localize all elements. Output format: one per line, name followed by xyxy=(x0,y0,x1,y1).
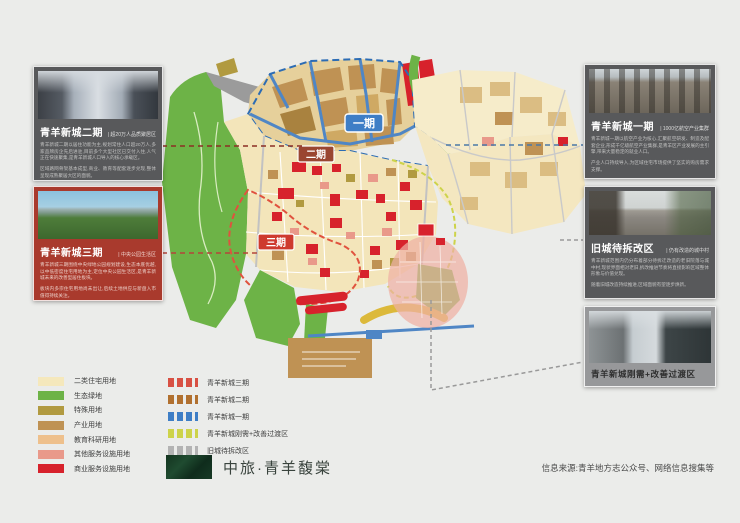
card-title: 青羊新城三期 xyxy=(40,244,103,259)
legend-label: 其他服务设施用地 xyxy=(74,449,130,459)
oldtown-photo xyxy=(589,191,711,235)
poster-canvas: 一期 二期 三期 青羊新城二期 | 超20万人品质聚居区 青羊新城二期以居住功能… xyxy=(0,0,740,523)
legend-swatch xyxy=(168,378,198,387)
card-subtitle: | 超20万人品质聚居区 xyxy=(108,131,156,138)
legend-land-use: 二类住宅用地 生态绿地 特殊用地 产业用地 教育科研用地 其他服务设施用地 商业… xyxy=(38,374,130,476)
transition-photo xyxy=(589,311,711,363)
legend-item: 青羊新城三期 xyxy=(168,374,288,391)
legend-swatch xyxy=(38,435,64,444)
south-campus-parcel xyxy=(288,338,372,378)
project-marker xyxy=(418,224,434,236)
legend-label: 青羊新城刚需+改善过渡区 xyxy=(207,429,288,439)
legend-item: 青羊新城刚需+改善过渡区 xyxy=(168,425,288,442)
phase1-label: 一期 xyxy=(345,114,383,132)
planning-map: 一期 二期 三期 xyxy=(160,42,590,382)
legend-item: 其他服务设施用地 xyxy=(38,447,130,462)
legend-swatch xyxy=(168,429,198,438)
legend-label: 商业服务设施用地 xyxy=(74,464,130,474)
phase2-photo xyxy=(38,71,158,119)
card-title: 青羊新城刚需+改善过渡区 xyxy=(591,368,695,380)
legend-item: 特殊用地 xyxy=(38,403,130,418)
south-blue-road xyxy=(308,326,474,336)
legend-item: 产业用地 xyxy=(38,418,130,433)
legend-swatch xyxy=(38,406,64,415)
legend-label: 特殊用地 xyxy=(74,405,102,415)
legend-swatch xyxy=(38,464,64,473)
legend-label: 青羊新城二期 xyxy=(207,395,249,405)
card-title: 青羊新城一期 xyxy=(591,118,654,133)
legend-swatch xyxy=(38,391,64,400)
olive-parcel-nw xyxy=(216,58,238,77)
card-paragraph: 青羊新城三期围绕中央绿地公园规划建设,生态本底优越,以中低密度住宅用地为主,定位… xyxy=(40,262,156,282)
phase3-label: 三期 xyxy=(258,234,294,250)
legend-swatch xyxy=(168,395,198,404)
svg-text:二期: 二期 xyxy=(306,148,326,161)
legend-item: 二类住宅用地 xyxy=(38,374,130,389)
card-paragraph: 青羊新城范围内仍分布着部分待拆迁改造的老旧院落与城中村,现状界面相对老旧,拆改推… xyxy=(591,258,709,278)
source-note: 信息来源:青羊地方志公众号、网络信息搜集等 xyxy=(542,462,714,474)
legend-label: 生态绿地 xyxy=(74,391,102,401)
legend-swatch xyxy=(168,446,198,455)
card-subtitle: | 仍有改造的城中村 xyxy=(666,247,709,254)
card-paragraph: 随着旧城改造持续推进,区域面貌有望逐步焕新。 xyxy=(591,282,709,289)
legend-label: 青羊新城一期 xyxy=(207,412,249,422)
legend-swatch xyxy=(38,377,64,386)
card-paragraph: 产业人口持续导入,为区域住宅市场提供了坚实的购房需求支撑。 xyxy=(591,160,709,173)
legend-label: 产业用地 xyxy=(74,420,102,430)
svg-text:三期: 三期 xyxy=(266,236,286,249)
card-paragraph: 青羊新城二期以居住功能为主,规划常住人口超20万人,多家品牌房企先后进驻,目前多… xyxy=(40,142,156,162)
logo-thumbnail-image xyxy=(166,455,212,479)
legend-swatch xyxy=(38,450,64,459)
card-paragraph: 青羊新城一期以航空产业为核心,汇聚航空研发、制造及配套企业,形成千亿级航空产业集… xyxy=(591,136,709,156)
legend-label: 二类住宅用地 xyxy=(74,376,116,386)
phase1-photo xyxy=(589,69,711,113)
card-title: 旧城待拆改区 xyxy=(591,240,654,255)
card-phase2: 青羊新城二期 | 超20万人品质聚居区 青羊新城二期以居住功能为主,规划常住人口… xyxy=(33,66,163,181)
legend-item: 教育科研用地 xyxy=(38,432,130,447)
card-paragraph: 区域路网骨架基本成型,商业、教育等配套逐步兑现,整体呈现成熟聚居大区的面貌。 xyxy=(40,166,156,179)
legend-item: 青羊新城二期 xyxy=(168,391,288,408)
card-paragraph: 板块内多宗住宅用地尚未出让,后续土地供应与新盘入市值得持续关注。 xyxy=(40,286,156,299)
legend-label: 青羊新城三期 xyxy=(207,378,249,388)
card-subtitle: | 1000亿航空产业集群 xyxy=(660,125,709,132)
eco-green-west xyxy=(162,72,248,328)
card-phase1: 青羊新城一期 | 1000亿航空产业集群 青羊新城一期以航空产业为核心,汇聚航空… xyxy=(584,64,716,179)
card-title: 青羊新城二期 xyxy=(40,124,103,139)
logo-text: 中旅·青羊馥棠 xyxy=(223,457,332,478)
phase2-label: 二期 xyxy=(298,146,334,162)
legend-label: 教育科研用地 xyxy=(74,435,116,445)
legend-zones: 青羊新城三期 青羊新城二期 青羊新城一期 青羊新城刚需+改善过渡区 旧城待拆改区 xyxy=(168,374,288,459)
legend-item: 生态绿地 xyxy=(38,389,130,404)
svg-text:一期: 一期 xyxy=(353,116,375,130)
east-districts xyxy=(412,70,586,234)
legend-label: 旧城待拆改区 xyxy=(207,446,249,456)
phase3-photo xyxy=(38,191,158,239)
card-transition: 青羊新城刚需+改善过渡区 xyxy=(584,306,716,387)
legend-swatch xyxy=(38,421,64,430)
legend-swatch xyxy=(168,412,198,421)
card-subtitle: | 中央公园生活区 xyxy=(118,251,156,258)
brand-logo: 中旅·青羊馥棠 xyxy=(166,455,332,479)
legend-item: 青羊新城一期 xyxy=(168,408,288,425)
card-phase3: 青羊新城三期 | 中央公园生活区 青羊新城三期围绕中央绿地公园规划建设,生态本底… xyxy=(33,186,163,301)
card-oldtown: 旧城待拆改区 | 仍有改造的城中村 青羊新城范围内仍分布着部分待拆迁改造的老旧院… xyxy=(584,186,716,299)
legend-item: 商业服务设施用地 xyxy=(38,462,130,477)
